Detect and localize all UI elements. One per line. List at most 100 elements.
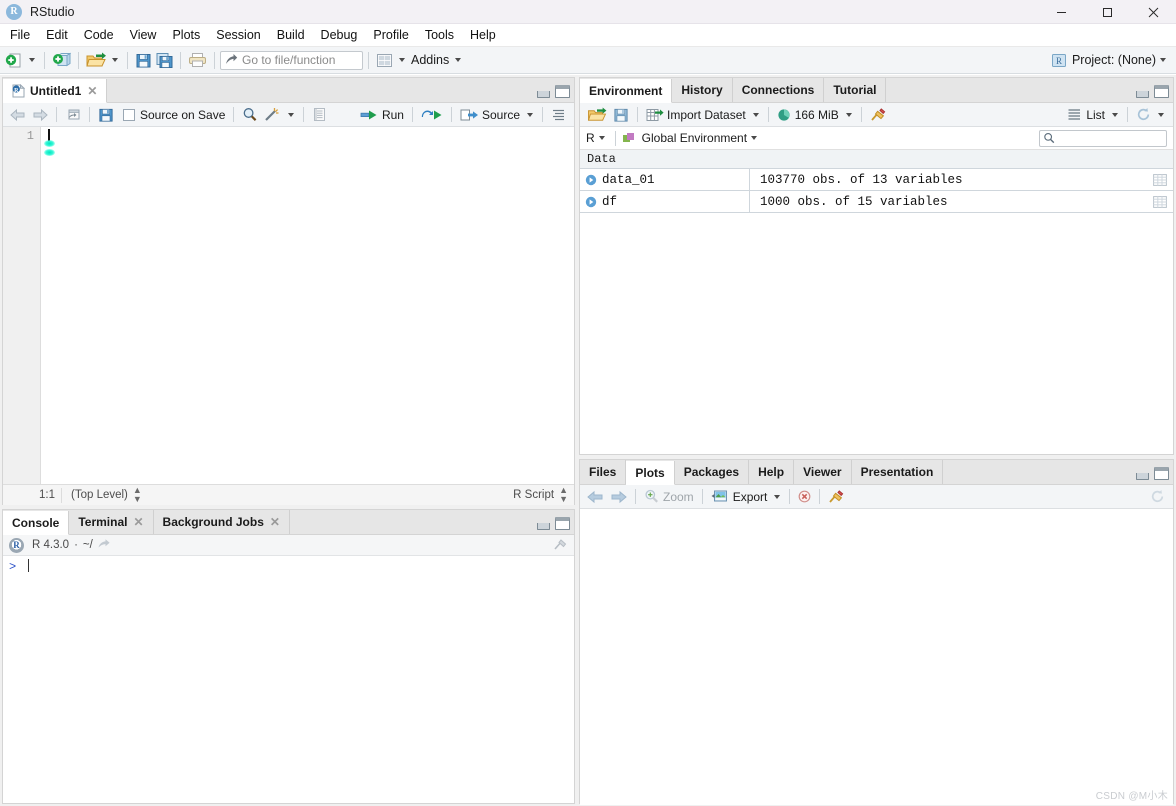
source-popout-button[interactable] — [62, 105, 84, 125]
code-editor[interactable]: 1 — [3, 127, 574, 484]
editor-code-area[interactable] — [41, 127, 574, 484]
import-dataset-dropdown-icon[interactable] — [752, 112, 759, 117]
console-minimize-icon[interactable] — [537, 523, 550, 530]
environment-search-input[interactable] — [1039, 129, 1167, 147]
files-maximize-icon[interactable] — [1154, 467, 1169, 480]
code-tools-dropdown-icon[interactable] — [288, 112, 295, 117]
tab-console[interactable]: Console — [3, 511, 70, 535]
open-file-dropdown-icon[interactable] — [112, 58, 118, 62]
console-maximize-icon[interactable] — [555, 517, 570, 530]
files-minimize-icon[interactable] — [1136, 473, 1149, 480]
save-workspace-button[interactable] — [610, 105, 632, 125]
tab-files[interactable]: Files — [580, 460, 627, 484]
source-back-button[interactable] — [7, 105, 29, 125]
open-file-button[interactable] — [84, 49, 108, 71]
clear-console-button[interactable] — [553, 537, 567, 554]
export-dropdown-icon[interactable] — [774, 494, 781, 499]
menu-file[interactable]: File — [2, 25, 38, 46]
save-all-button[interactable] — [154, 49, 175, 71]
tab-environment[interactable]: Environment — [580, 79, 673, 103]
view-data-icon[interactable] — [1147, 173, 1173, 186]
goto-file-function-input[interactable]: Go to file/function — [220, 50, 363, 70]
new-file-dropdown-icon[interactable] — [29, 58, 35, 62]
compile-report-button[interactable] — [309, 105, 330, 125]
workspace-panes-dropdown-icon[interactable] — [399, 58, 405, 62]
project-selector[interactable]: R Project: (None) — [1051, 53, 1170, 68]
table-row[interactable]: data_01 103770 obs. of 13 variables — [580, 168, 1173, 191]
environment-language-label[interactable]: R — [586, 131, 595, 145]
console-output[interactable]: > — [3, 556, 574, 803]
table-row[interactable]: df 1000 obs. of 15 variables — [580, 190, 1173, 213]
clear-plots-button[interactable] — [825, 487, 847, 507]
open-working-directory-icon[interactable] — [97, 538, 111, 553]
memory-usage-button[interactable]: 166 MiB — [774, 105, 842, 125]
refresh-plot-button[interactable] — [1147, 487, 1168, 507]
source-on-save-checkbox[interactable]: Source on Save — [120, 105, 228, 125]
source-run-all-button[interactable]: Source — [457, 105, 523, 125]
menu-plots[interactable]: Plots — [164, 25, 208, 46]
global-environment-label[interactable]: Global Environment — [642, 131, 747, 145]
source-tab-untitled1[interactable]: R Untitled1 ✕ — [3, 79, 108, 103]
environment-search-field[interactable] — [1058, 131, 1158, 145]
new-project-button[interactable] — [50, 49, 73, 71]
tab-plots[interactable]: Plots — [626, 461, 675, 485]
save-button[interactable] — [133, 49, 154, 71]
tab-terminal-close-icon[interactable]: ✕ — [133, 515, 143, 529]
rerun-button[interactable] — [418, 105, 446, 125]
close-button[interactable] — [1130, 0, 1176, 24]
tab-history[interactable]: History — [672, 78, 733, 102]
environment-minimize-icon[interactable] — [1136, 91, 1149, 98]
find-replace-button[interactable] — [239, 105, 261, 125]
menu-code[interactable]: Code — [76, 25, 122, 46]
menu-view[interactable]: View — [122, 25, 165, 46]
source-tab-close-icon[interactable]: ✕ — [87, 84, 97, 98]
menu-build[interactable]: Build — [269, 25, 313, 46]
menu-tools[interactable]: Tools — [417, 25, 462, 46]
new-file-button[interactable] — [3, 49, 25, 71]
menu-profile[interactable]: Profile — [365, 25, 416, 46]
project-dropdown-icon[interactable] — [1160, 58, 1166, 62]
refresh-environment-button[interactable] — [1133, 105, 1154, 125]
environment-maximize-icon[interactable] — [1154, 85, 1169, 98]
run-button[interactable]: Run — [357, 105, 407, 125]
previous-plot-button[interactable] — [584, 487, 607, 507]
tab-packages[interactable]: Packages — [674, 460, 750, 484]
clear-objects-button[interactable] — [867, 105, 889, 125]
load-workspace-button[interactable] — [584, 105, 610, 125]
tab-tutorial[interactable]: Tutorial — [824, 78, 887, 102]
print-button[interactable] — [186, 49, 209, 71]
view-mode-button[interactable]: List — [1064, 105, 1108, 125]
tab-connections[interactable]: Connections — [732, 78, 825, 102]
view-data-icon[interactable] — [1147, 195, 1173, 208]
export-plot-button[interactable]: Export — [708, 487, 771, 507]
menu-debug[interactable]: Debug — [313, 25, 366, 46]
source-forward-button[interactable] — [29, 105, 51, 125]
menu-edit[interactable]: Edit — [38, 25, 76, 46]
refresh-dropdown-icon[interactable] — [1158, 112, 1164, 117]
source-maximize-icon[interactable] — [555, 85, 570, 98]
source-dropdown-icon[interactable] — [527, 112, 533, 117]
workspace-panes-button[interactable] — [374, 49, 395, 71]
language-selector[interactable]: R Script ▲ ▼ — [513, 486, 568, 504]
source-minimize-icon[interactable] — [537, 91, 550, 98]
zoom-plot-button[interactable]: Zoom — [641, 487, 697, 507]
menu-help[interactable]: Help — [462, 25, 504, 46]
expand-object-icon[interactable] — [580, 174, 602, 186]
code-tools-button[interactable] — [261, 105, 284, 125]
expand-object-icon[interactable] — [580, 196, 602, 208]
maximize-button[interactable] — [1084, 0, 1130, 24]
addins-dropdown-icon[interactable] — [455, 58, 462, 62]
source-save-button[interactable] — [95, 105, 117, 125]
minimize-button[interactable] — [1038, 0, 1084, 24]
tab-background-jobs[interactable]: Background Jobs ✕ — [153, 510, 290, 534]
import-dataset-button[interactable]: Import Dataset — [643, 105, 749, 125]
remove-plot-button[interactable] — [795, 487, 814, 507]
tab-background-jobs-close-icon[interactable]: ✕ — [270, 515, 280, 529]
tab-viewer[interactable]: Viewer — [794, 460, 852, 484]
tab-help[interactable]: Help — [749, 460, 795, 484]
addins-button[interactable]: Addins — [409, 49, 451, 71]
tab-presentation[interactable]: Presentation — [851, 460, 944, 484]
view-mode-dropdown-icon[interactable] — [1112, 112, 1118, 117]
scope-selector[interactable]: (Top Level) ▲ ▼ — [62, 486, 142, 504]
memory-dropdown-icon[interactable] — [845, 112, 852, 117]
